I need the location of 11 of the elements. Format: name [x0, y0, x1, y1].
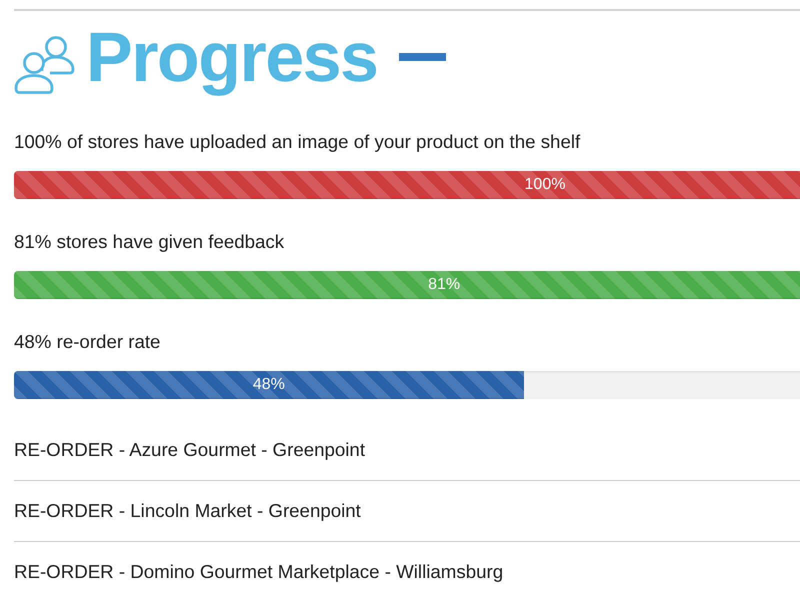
- metric-label: 100% of stores have uploaded an image of your product on the shelf: [14, 132, 582, 152]
- progress-reading: 81%: [428, 275, 460, 295]
- reorder-item: RE-ORDER - Domino Gourmet Marketplace - Williamsburg: [14, 560, 504, 584]
- progress-reading: 100%: [524, 175, 566, 195]
- reorder-item: RE-ORDER - Azure Gourmet - Greenpoint: [14, 420, 800, 481]
- metric-label: 81% stores have given feedback: [14, 232, 286, 252]
- users-icon: [14, 36, 76, 94]
- minus-icon[interactable]: [399, 53, 446, 61]
- metric-label: 48% re-order rate: [14, 332, 162, 352]
- progress-reading: 48%: [252, 375, 285, 395]
- reorder-item: RE-ORDER - Lincoln Market - Greenpoint: [14, 481, 800, 542]
